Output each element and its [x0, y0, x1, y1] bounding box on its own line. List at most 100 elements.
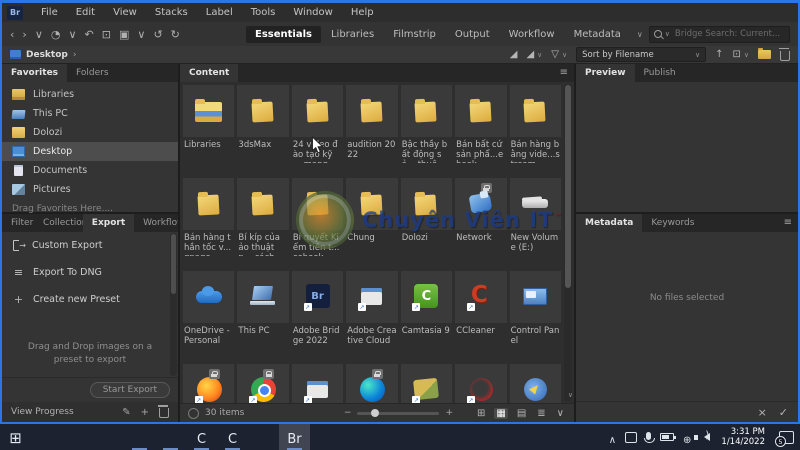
menu-item[interactable]: View — [104, 7, 146, 18]
grid-item[interactable]: Bán hàng bằng vide...stream — [509, 85, 561, 178]
thumbnail-size-slider[interactable] — [357, 409, 440, 417]
grid-item-tile[interactable] — [291, 364, 344, 403]
metadata-cancel-icon[interactable]: × — [758, 406, 767, 419]
content-tab[interactable]: Content — [180, 64, 239, 82]
add-preset-icon[interactable]: + — [141, 407, 149, 418]
grid-item-tile[interactable] — [509, 85, 561, 137]
grid-item[interactable]: Bán bất cứ sản phẩ...ebook — [455, 85, 507, 178]
workspace-tab[interactable]: Metadata — [565, 26, 630, 43]
metadata-panel-menu-icon[interactable]: ≡ — [784, 214, 798, 232]
defender-button[interactable] — [248, 424, 279, 450]
create-new-preset-item[interactable]: Create new Preset — [2, 286, 178, 313]
grid-item-tile[interactable] — [455, 85, 507, 137]
workspace-tab[interactable]: Workflow — [500, 26, 564, 43]
boomerang-return-icon[interactable]: ↶ — [85, 28, 94, 41]
microphone-tray-icon[interactable] — [643, 431, 655, 443]
action-center-button[interactable]: 5 — [772, 424, 800, 450]
grid-item[interactable]: Bán hàng thần tốc v...gpage — [183, 178, 235, 271]
task-view-button[interactable] — [93, 424, 124, 450]
grid-item[interactable]: Bí quyết Kiếm tiền t...cebook — [291, 178, 344, 271]
menu-item[interactable]: Tools — [242, 7, 285, 18]
grid-item[interactable] — [400, 364, 453, 403]
content-scrollbar-thumb[interactable] — [565, 85, 571, 288]
grid-item[interactable] — [183, 364, 235, 403]
grid-item-tile[interactable] — [455, 364, 507, 403]
content-panel-menu-icon[interactable]: ≡ — [560, 64, 574, 82]
grid-item[interactable]: Dolozi — [400, 178, 453, 271]
menu-item[interactable]: Edit — [67, 7, 104, 18]
favorite-desktop[interactable]: Desktop — [2, 142, 178, 161]
onedrive-tray-icon[interactable] — [625, 431, 638, 443]
export-to-dng-item[interactable]: Export To DNG — [2, 259, 178, 286]
rating-chevron-icon[interactable]: ∨ — [537, 51, 542, 59]
volume-tray-icon[interactable] — [694, 430, 711, 441]
favorite-this-pc[interactable]: This PC — [2, 104, 178, 123]
grid-item[interactable]: 24 video đào tạo kỹ ... mạng — [291, 85, 344, 178]
grid-item-tile[interactable] — [183, 85, 235, 137]
grid-item[interactable]: Camtasia 9 — [400, 271, 453, 364]
search-input[interactable] — [672, 28, 785, 40]
file-explorer-button[interactable] — [124, 424, 155, 450]
export-panel-tab[interactable]: Export — [82, 214, 135, 232]
grid-item-tile[interactable] — [183, 178, 235, 230]
grid-item[interactable]: 3dsMax — [237, 85, 289, 178]
grid-item[interactable] — [291, 364, 344, 403]
grid-item-tile[interactable] — [400, 85, 453, 137]
grid-item[interactable]: This PC — [237, 271, 289, 364]
filter-funnel-icon[interactable]: ▽ — [551, 49, 559, 60]
grid-item[interactable]: New Volume (E:) — [509, 178, 561, 271]
grid-item[interactable] — [237, 364, 289, 403]
scroll-down-chevron-icon[interactable]: ∨ — [568, 391, 573, 399]
thumbnail-stack-icon[interactable]: ▣ — [119, 28, 129, 41]
start-export-button[interactable]: Start Export — [89, 382, 170, 398]
grid-item-tile[interactable] — [509, 178, 561, 230]
import-camera-icon[interactable]: ⊡ — [732, 49, 740, 60]
metadata-apply-icon[interactable]: ✓ — [779, 406, 788, 419]
workspace-more-chevron-icon[interactable]: ∨ — [631, 30, 649, 39]
zoom-in-button[interactable]: + — [445, 408, 453, 418]
grid-item[interactable]: Bậc thầy bất động sả... thuê — [400, 85, 453, 178]
camtasia-button[interactable]: C — [186, 424, 217, 450]
grid-item-tile[interactable] — [509, 364, 561, 403]
grid-item[interactable]: OneDrive - Personal — [183, 271, 235, 364]
export-panel-tab[interactable]: Collections — [34, 214, 83, 232]
grid-item[interactable]: Bí kíp của ảo thuật p... cách — [237, 178, 289, 271]
slider-thumb[interactable] — [370, 409, 379, 417]
grid-item[interactable] — [509, 364, 561, 403]
workspace-tab[interactable]: Output — [446, 26, 499, 43]
edit-preset-icon[interactable]: ✎ — [122, 407, 130, 418]
grid-item-tile[interactable] — [183, 271, 235, 323]
grid-item[interactable] — [455, 364, 507, 403]
grid-item[interactable]: Libraries — [183, 85, 235, 178]
camera-import-icon[interactable]: ⊡ — [102, 28, 111, 41]
view-progress-label[interactable]: View Progress — [11, 407, 74, 417]
sort-ascending-button[interactable]: ↑ — [715, 49, 723, 60]
metadata-panel-tab[interactable]: Keywords — [642, 214, 703, 232]
favorite-documents[interactable]: Documents — [2, 161, 178, 180]
menu-item[interactable]: Help — [342, 7, 383, 18]
export-panel-tab[interactable]: Workflow — [134, 214, 178, 232]
grid-item[interactable]: Adobe Bridge 2022 — [291, 271, 344, 364]
zoom-out-button[interactable]: − — [344, 408, 352, 418]
sort-dropdown[interactable]: Sort by Filename ∨ — [576, 47, 707, 62]
list-view-icon[interactable]: ≣ — [535, 408, 547, 419]
thumbnail-view-icon[interactable]: ▦ — [494, 407, 508, 419]
grid-lock-view-icon[interactable]: ⊞ — [475, 408, 487, 419]
menu-item[interactable]: File — [32, 7, 67, 18]
content-scrollbar[interactable] — [564, 84, 572, 401]
grid-item-tile[interactable] — [346, 85, 398, 137]
ccleaner-button[interactable]: C — [217, 424, 248, 450]
history-chevron-icon[interactable]: ∨ — [68, 28, 76, 41]
battery-tray-icon[interactable] — [660, 433, 677, 441]
detail-view-icon[interactable]: ▤ — [515, 408, 528, 419]
history-icon[interactable]: ◔ — [51, 28, 61, 41]
search-scope-chevron-icon[interactable]: ∨ — [665, 30, 670, 38]
grid-item[interactable]: Control Panel — [509, 271, 561, 364]
grid-item-tile[interactable] — [237, 178, 289, 230]
rating-filter-icon[interactable]: ◢ — [510, 49, 518, 60]
grid-item-tile[interactable] — [291, 271, 344, 323]
delete-preset-icon[interactable] — [158, 405, 169, 418]
grid-item-tile[interactable] — [346, 364, 398, 403]
refresh-icon[interactable]: ↺ — [153, 28, 162, 41]
menu-item[interactable]: Stacks — [146, 7, 197, 18]
